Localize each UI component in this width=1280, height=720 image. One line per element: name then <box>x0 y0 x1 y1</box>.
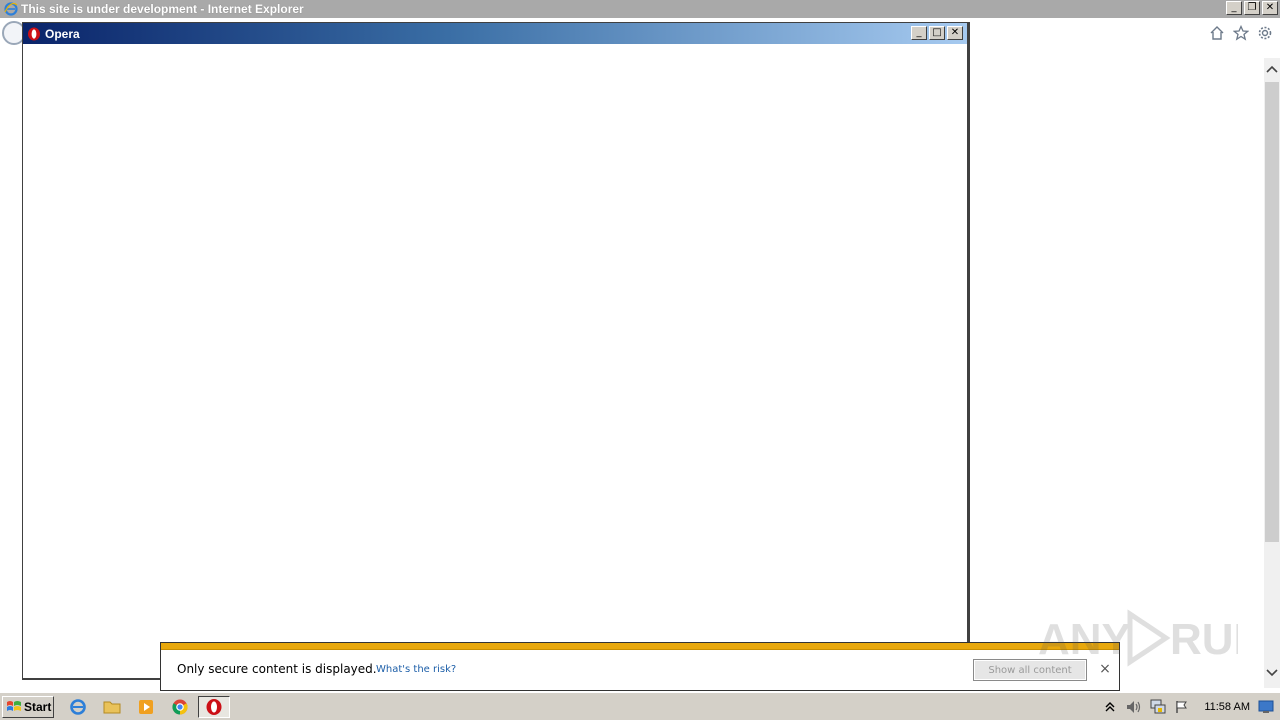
windows-logo-icon <box>7 701 21 711</box>
ie-titlebar[interactable]: This site is under development - Interne… <box>0 0 1280 18</box>
scrollbar-thumb[interactable] <box>1265 82 1279 542</box>
desktop-screen: This site is under development - Interne… <box>0 0 1280 720</box>
svg-text:RUN: RUN <box>1170 615 1238 664</box>
notification-message: Only secure content is displayed. <box>177 662 377 676</box>
taskbar: Start 11:58 AM <box>0 692 1280 720</box>
svg-text:ANY: ANY <box>1038 615 1131 664</box>
tray-expand-icon[interactable] <box>1102 699 1118 715</box>
start-label: Start <box>24 700 52 714</box>
settings-gear-icon[interactable] <box>1256 24 1274 42</box>
anyrun-watermark-logo: ANY RUN <box>1038 609 1238 667</box>
opera-logo-icon <box>28 27 40 40</box>
volume-icon[interactable] <box>1126 699 1142 715</box>
ie-close-button[interactable]: ✕ <box>1262 1 1278 15</box>
system-tray: 11:58 AM <box>1102 695 1280 719</box>
start-button[interactable]: Start <box>2 696 54 718</box>
network-icon[interactable] <box>1150 699 1166 715</box>
opera-taskbar-icon[interactable] <box>198 696 230 718</box>
ie-vertical-scrollbar[interactable] <box>1264 58 1280 688</box>
opera-close-button[interactable]: ✕ <box>947 26 963 40</box>
ie-restore-button[interactable]: ❐ <box>1244 1 1260 15</box>
favorites-star-icon[interactable] <box>1232 24 1250 42</box>
ie-toolbar-icons <box>1208 24 1274 42</box>
notification-accent-stripe <box>161 643 1119 650</box>
taskbar-clock[interactable]: 11:58 AM <box>1204 701 1250 713</box>
internet-explorer-taskbar-icon[interactable] <box>62 696 94 718</box>
opera-titlebar[interactable]: Opera _ □ ✕ <box>23 23 967 44</box>
taskbar-app-icons <box>62 696 230 718</box>
action-center-flag-icon[interactable] <box>1174 699 1190 715</box>
opera-window[interactable]: Opera _ □ ✕ <box>22 22 970 680</box>
opera-window-controls: _ □ ✕ <box>911 26 963 40</box>
opera-content-area[interactable] <box>23 44 967 678</box>
scroll-up-arrow-icon[interactable] <box>1264 60 1280 78</box>
ie-minimize-button[interactable]: _ <box>1226 1 1242 15</box>
mixed-content-notification-bar: Only secure content is displayed. What's… <box>160 642 1120 691</box>
opera-minimize-button[interactable]: _ <box>911 26 927 40</box>
whats-the-risk-link[interactable]: What's the risk? <box>376 664 456 675</box>
chrome-taskbar-icon[interactable] <box>164 696 196 718</box>
media-player-taskbar-icon[interactable] <box>130 696 162 718</box>
ie-window-title: This site is under development - Interne… <box>21 2 304 16</box>
home-icon[interactable] <box>1208 24 1226 42</box>
folder-taskbar-icon[interactable] <box>96 696 128 718</box>
ie-window-controls: _ ❐ ✕ <box>1226 1 1278 15</box>
opera-maximize-button[interactable]: □ <box>929 26 945 40</box>
opera-window-title: Opera <box>45 26 80 41</box>
show-desktop-icon[interactable] <box>1258 699 1274 715</box>
scroll-down-arrow-icon[interactable] <box>1264 664 1280 682</box>
internet-explorer-icon <box>4 2 18 16</box>
